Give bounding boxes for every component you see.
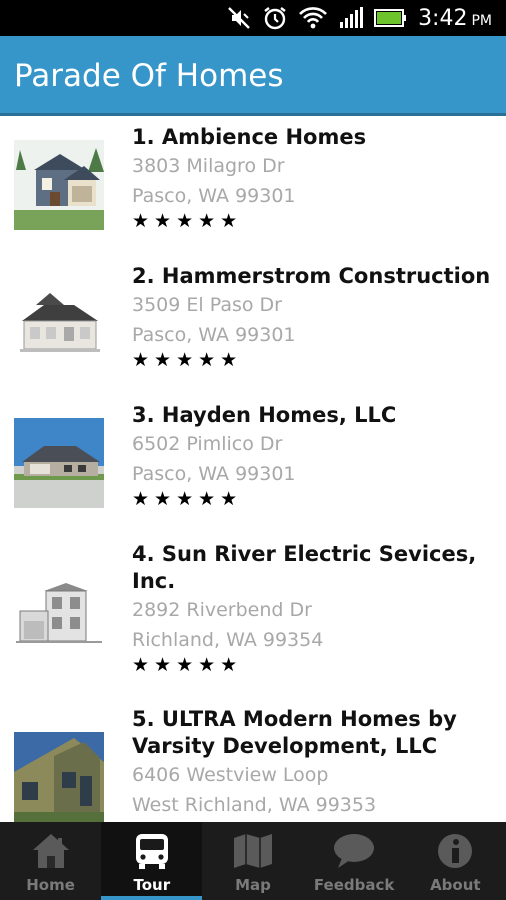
home-city: Pasco, WA 99301 (132, 324, 296, 346)
home-photo (14, 732, 104, 822)
alarm-icon (262, 5, 288, 31)
home-name: 3. Hayden Homes, LLC (132, 403, 397, 427)
home-city: Pasco, WA 99301 (132, 463, 296, 485)
star-rating: ★★★★★ (132, 655, 243, 676)
clock: 3:42 PM (418, 5, 492, 31)
list-item[interactable]: 4. Sun River Electric Sevices, Inc. 2892… (0, 533, 506, 698)
home-name: 2. Hammerstrom Construction (132, 264, 491, 288)
map-icon (232, 830, 274, 872)
app-title: Parade Of Homes (14, 58, 284, 94)
list-item[interactable]: 1. Ambience Homes 3803 Milagro Dr Pasco,… (0, 116, 506, 255)
home-photo (14, 418, 104, 508)
home-name: 5. ULTRA Modern Homes by Varsity Develop… (132, 707, 457, 758)
bus-icon (133, 830, 171, 872)
home-photo (14, 571, 104, 661)
home-photo (14, 279, 104, 369)
home-city: West Richland, WA 99353 (132, 794, 377, 816)
tab-label: Feedback (313, 876, 395, 894)
tab-label: About (430, 876, 481, 894)
wifi-icon (298, 5, 328, 31)
home-address: 3803 Milagro Dr (132, 155, 285, 177)
house-icon (31, 830, 71, 872)
tab-tour[interactable]: Tour (101, 822, 203, 900)
home-city: Pasco, WA 99301 (132, 185, 296, 207)
home-name: 1. Ambience Homes (132, 125, 367, 149)
battery-icon (374, 7, 408, 29)
home-address: 6406 Westview Loop (132, 764, 329, 786)
home-photo (14, 140, 104, 230)
home-address: 3509 El Paso Dr (132, 294, 282, 316)
home-address: 2892 Riverbend Dr (132, 599, 312, 621)
tab-about[interactable]: About (405, 822, 506, 900)
list-item[interactable]: 3. Hayden Homes, LLC 6502 Pimlico Dr Pas… (0, 394, 506, 533)
homes-list[interactable]: 1. Ambience Homes 3803 Milagro Dr Pasco,… (0, 116, 506, 822)
home-city: Richland, WA 99354 (132, 629, 324, 651)
tab-feedback[interactable]: Feedback (304, 822, 405, 900)
home-name: 4. Sun River Electric Sevices, Inc. (132, 542, 477, 593)
tab-home[interactable]: Home (0, 822, 101, 900)
home-address: 6502 Pimlico Dr (132, 433, 283, 455)
tab-label: Home (26, 876, 75, 894)
speech-bubble-icon (332, 830, 376, 872)
bottom-tab-bar: Home Tour Map Feedback About (0, 822, 506, 900)
list-item[interactable]: 5. ULTRA Modern Homes by Varsity Develop… (0, 698, 506, 822)
status-bar: 3:42 PM (0, 0, 506, 36)
tab-label: Tour (133, 876, 171, 894)
star-rating: ★★★★★ (132, 350, 243, 371)
app-bar: Parade Of Homes (0, 36, 506, 116)
list-item[interactable]: 2. Hammerstrom Construction 3509 El Paso… (0, 255, 506, 394)
tab-label: Map (235, 876, 271, 894)
star-rating: ★★★★★ (132, 211, 243, 232)
mute-icon (226, 5, 252, 31)
tab-map[interactable]: Map (202, 822, 303, 900)
star-rating: ★★★★★ (132, 489, 243, 510)
signal-icon (338, 5, 364, 31)
info-icon (436, 830, 474, 872)
